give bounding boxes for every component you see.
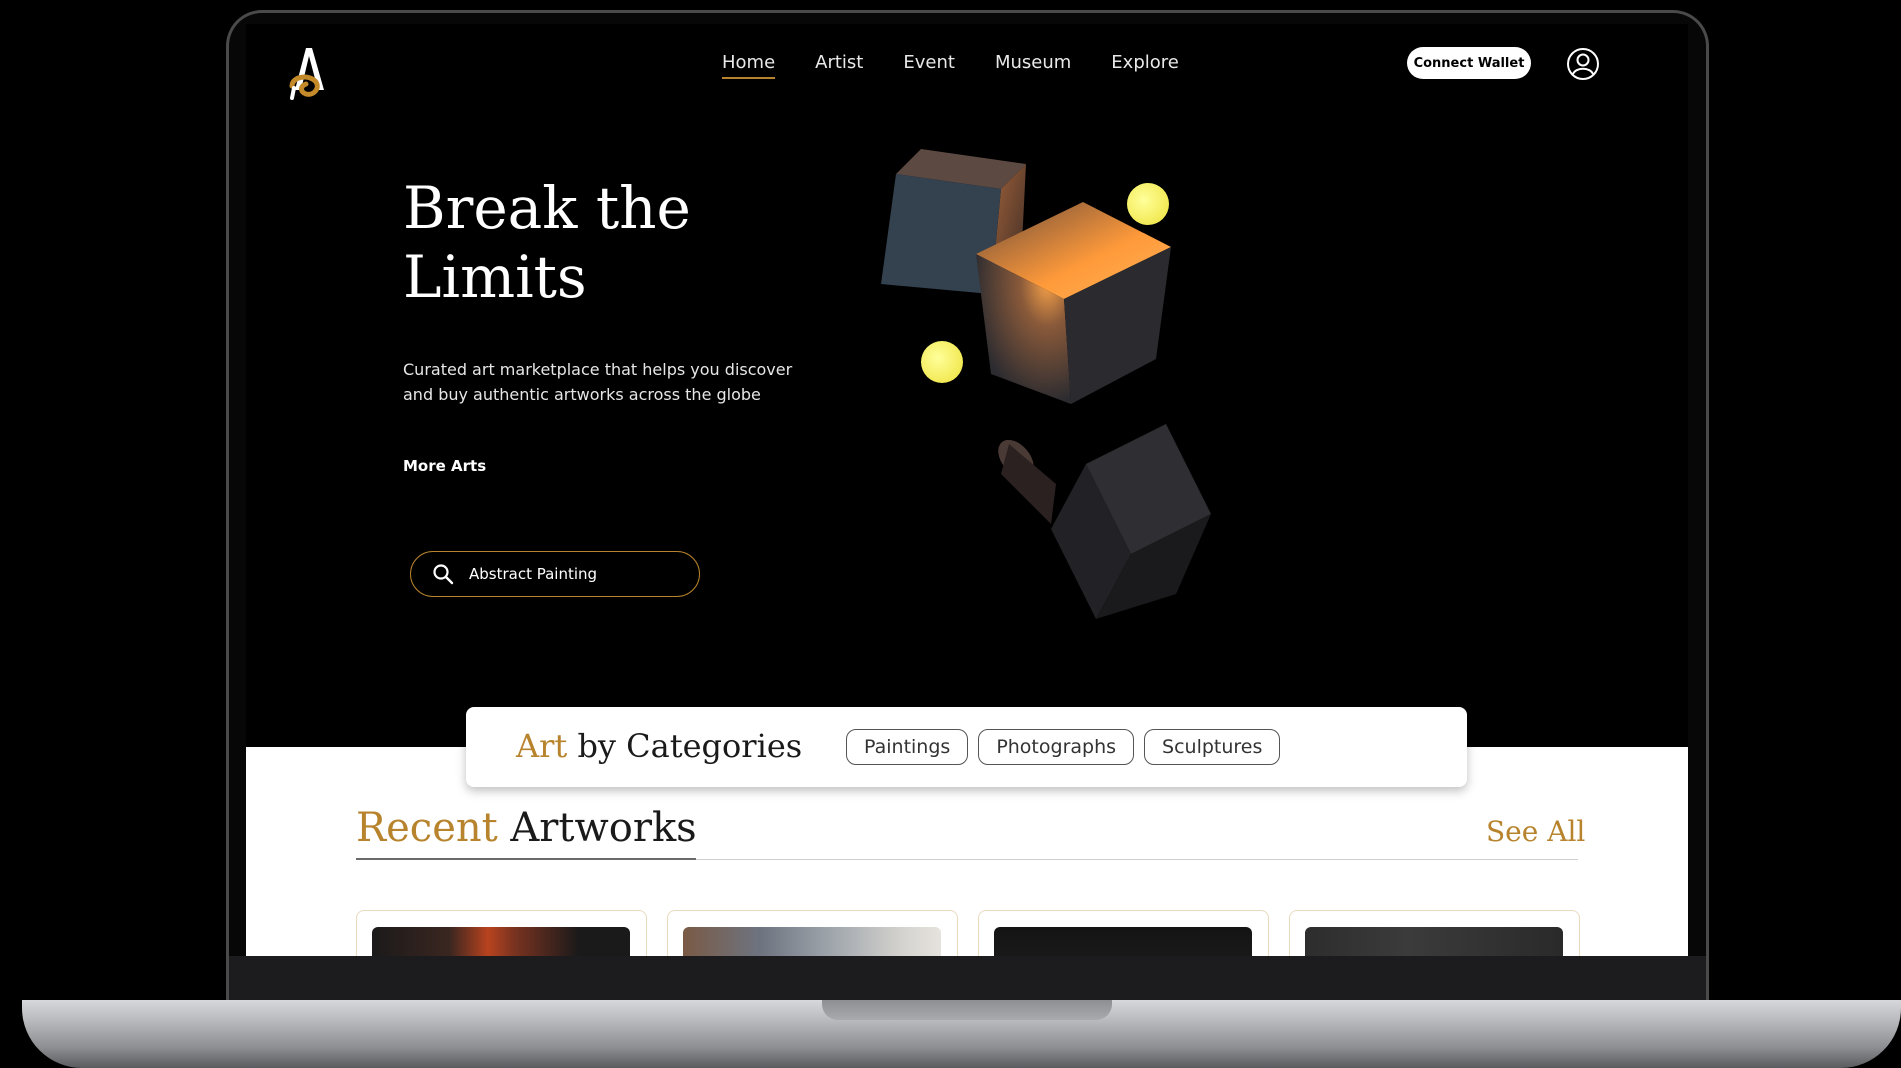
categories-title: Art by Categories bbox=[516, 727, 802, 765]
laptop-mockup: Home Artist Event Museum Explore Connect… bbox=[0, 0, 1901, 1068]
hero-3d-artwork bbox=[881, 149, 1211, 619]
artwork-thumbnail[interactable] bbox=[994, 927, 1252, 956]
category-paintings-button[interactable]: Paintings bbox=[846, 729, 969, 765]
recent-title-accent: Recent bbox=[356, 805, 498, 851]
artwork-card[interactable] bbox=[1289, 910, 1580, 956]
hero-title: Break the Limits bbox=[403, 174, 803, 312]
artwork-card[interactable] bbox=[667, 910, 958, 956]
hero-title-line2: Limits bbox=[403, 243, 587, 311]
art-categories-card: Art by Categories Paintings Photographs … bbox=[466, 707, 1467, 787]
user-circle-icon[interactable] bbox=[1565, 46, 1601, 82]
nav-explore[interactable]: Explore bbox=[1111, 52, 1179, 79]
categories-title-accent: Art bbox=[516, 727, 568, 765]
more-arts-link[interactable]: More Arts bbox=[403, 457, 486, 475]
nav-event[interactable]: Event bbox=[903, 52, 955, 79]
recent-artworks-title: Recent Artworks bbox=[356, 805, 697, 851]
hero-subtitle: Curated art marketplace that helps you d… bbox=[403, 357, 823, 407]
hero-subtitle-line1: Curated art marketplace that helps you d… bbox=[403, 360, 793, 379]
recent-title-rest: Artworks bbox=[497, 805, 697, 851]
nav-museum[interactable]: Museum bbox=[995, 52, 1071, 79]
categories-title-rest: by Categories bbox=[567, 727, 803, 765]
hero-subtitle-line2: and buy authentic artworks across the gl… bbox=[403, 385, 761, 404]
artwork-thumbnail[interactable] bbox=[372, 927, 630, 956]
main-nav: Home Artist Event Museum Explore bbox=[722, 52, 1219, 79]
nav-home[interactable]: Home bbox=[722, 52, 776, 79]
laptop-base-notch bbox=[822, 1000, 1112, 1020]
letter-a-logo-icon[interactable] bbox=[286, 42, 336, 102]
artwork-card[interactable] bbox=[978, 910, 1269, 956]
artwork-card[interactable] bbox=[356, 910, 647, 956]
artwork-cards bbox=[356, 910, 1600, 956]
category-photographs-button[interactable]: Photographs bbox=[978, 729, 1135, 765]
category-sculptures-button[interactable]: Sculptures bbox=[1144, 729, 1281, 765]
artwork-thumbnail[interactable] bbox=[683, 927, 941, 956]
nav-artist[interactable]: Artist bbox=[815, 52, 863, 79]
search-icon[interactable] bbox=[431, 562, 455, 586]
connect-wallet-button[interactable]: Connect Wallet bbox=[1407, 47, 1531, 79]
hero-title-line1: Break the bbox=[403, 174, 691, 242]
website-screen: Home Artist Event Museum Explore Connect… bbox=[246, 24, 1688, 956]
search-bar[interactable] bbox=[410, 551, 700, 597]
see-all-link[interactable]: See All bbox=[1486, 815, 1585, 848]
search-input[interactable] bbox=[469, 565, 669, 583]
category-tabs: Paintings Photographs Sculptures bbox=[846, 729, 1290, 765]
recent-title-underline bbox=[356, 858, 696, 860]
laptop-bottom-bezel bbox=[229, 956, 1706, 1002]
artwork-thumbnail[interactable] bbox=[1305, 927, 1563, 956]
